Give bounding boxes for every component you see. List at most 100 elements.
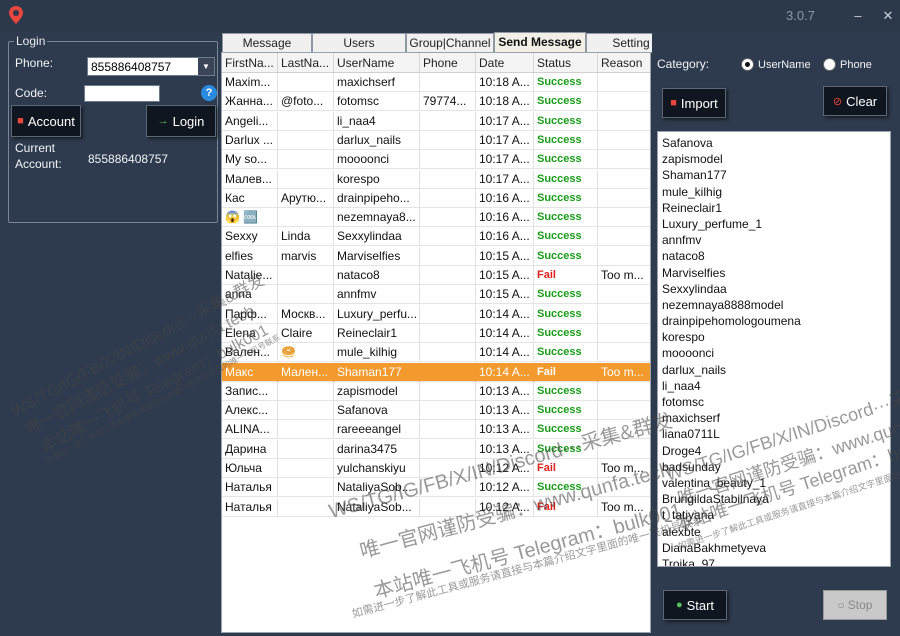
stop-button[interactable]: ○ Stop [823,590,887,620]
list-item[interactable]: nataco8 [658,248,890,264]
list-item[interactable]: maxichserf [658,410,890,426]
table-row[interactable]: My so... moooonci 10:17 A... Success [222,150,650,170]
list-item[interactable]: badsunday [658,459,890,475]
table-row[interactable]: Малев... korespo 10:17 A... Success [222,169,650,189]
list-item[interactable]: Marviselfies [658,265,890,281]
cell-status: Success [534,420,598,440]
login-button[interactable]: → Login [146,105,216,137]
radio-phone-dot[interactable] [823,58,836,71]
cell-lastname [278,401,334,421]
table-row[interactable]: Angeli... li_naa4 10:17 A... Success [222,111,650,131]
cell-lastname [278,73,334,92]
list-item[interactable]: Reineclair1 [658,200,890,216]
list-item[interactable]: Droge4 [658,443,890,459]
start-button[interactable]: ● Start [663,590,727,620]
chevron-down-icon[interactable]: ▼ [198,58,214,75]
cell-status: Fail [534,459,598,478]
cell-phone [420,323,476,343]
radio-phone[interactable]: Phone [823,58,872,71]
code-input[interactable] [84,85,160,102]
radio-username-label: UserName [758,58,811,71]
table-row[interactable]: Вален... 🥯 mule_kilhig 10:14 A... Success [222,343,650,363]
list-item[interactable]: moooonci [658,345,890,361]
table-row[interactable]: Кас Арутю... drainpipeho... 10:16 A... Succe… [222,188,650,208]
minimize-icon[interactable]: – [850,8,866,24]
tab-group-channel[interactable]: Group|Channel [406,33,494,53]
list-item[interactable]: fotomsc [658,394,890,410]
cell-phone [420,169,476,189]
list-item[interactable]: Safanova [658,135,890,151]
cell-lastname: Москв... [278,304,334,324]
column-header-phone[interactable]: Phone [420,53,476,73]
list-item[interactable]: li_naa4 [658,378,890,394]
list-item[interactable]: liana0711L [658,426,890,442]
table-row[interactable]: Запис... zapismodel 10:13 A... Success [222,381,650,401]
table-row[interactable]: Макс Мален... Shaman177 10:14 A... Fail Too m… [222,362,650,382]
cell-date: 10:16 A... [476,227,534,247]
list-item[interactable]: Sexxylindaa [658,281,890,297]
column-header-firstname[interactable]: FirstNa... [222,53,278,73]
list-item[interactable]: valentina_beauty_1 [658,475,890,491]
cell-reason [598,73,650,92]
table-row[interactable]: Natalie... nataco8 10:15 A... Fail Too m... [222,266,650,285]
list-item[interactable]: Shaman177 [658,167,890,183]
table-row[interactable]: Maxim... maxichserf 10:18 A... Success [222,73,650,92]
cell-reason [598,305,650,324]
cell-status: Success [534,169,598,189]
table-row[interactable]: elfies marvis Marviselfies 10:15 A... Succes… [222,246,650,266]
tab-send-message[interactable]: Send Message [494,32,586,53]
table-row[interactable]: Жанна... @foto... fotomsc 79774... 10:18 A..… [222,92,650,112]
table-row[interactable]: Дарина darina3475 10:13 A... Success [222,439,650,459]
list-item[interactable]: darlux_nails [658,362,890,378]
radio-username[interactable]: UserName [741,58,811,71]
list-item[interactable]: BrungildaStabilnaya [658,491,890,507]
send-results-grid[interactable]: FirstNa... LastNa... UserName Phone Date Stat… [221,52,651,633]
table-row[interactable]: Darlux ... darlux_nails 10:17 A... Success [222,130,650,150]
list-item[interactable]: annfmv [658,232,890,248]
table-row[interactable]: 😱 🆒 nezemnaya8... 10:16 A... Success [222,208,650,228]
table-row[interactable]: Наталья NataliyaSob... 10:12 A... Fail Too m… [222,497,650,517]
list-item[interactable]: Luxury_perfume_1 [658,216,890,232]
import-button[interactable]: ■ Import [662,88,726,118]
clear-button[interactable]: ⊘ Clear [823,86,887,116]
radio-username-dot[interactable] [741,58,754,71]
list-item[interactable]: alexbte [658,524,890,540]
cell-username: maxichserf [334,73,420,92]
table-row[interactable]: Парф... Москв... Luxury_perfu... 10:14 A...… [222,304,650,324]
phone-select[interactable]: 855886408757 ▼ [87,57,215,76]
cell-status: Success [534,478,598,498]
table-row[interactable]: Sexxy Linda Sexxylindaa 10:16 A... Success [222,227,650,247]
list-item[interactable]: drainpipehomologoumena [658,313,890,329]
account-button[interactable]: ■ Account [11,105,81,137]
list-item[interactable]: korespo [658,329,890,345]
list-item[interactable]: Troika_97 [658,556,890,566]
cell-phone [420,343,476,363]
table-row[interactable]: ALINA... rareeeangel 10:13 A... Success [222,420,650,440]
list-item[interactable]: DianaBakhmetyeva [658,540,890,556]
title-bar: 3.0.7 – ✕ [0,0,900,32]
import-button-label: Import [680,95,718,111]
table-row[interactable]: Elena Claire Reineclair1 10:14 A... Success [222,323,650,343]
list-item[interactable]: nezemnaya8888model [658,297,890,313]
cell-lastname [278,459,334,478]
cell-firstname: anna [222,285,278,305]
table-row[interactable]: Алекс... Safanova 10:13 A... Success [222,401,650,421]
list-item[interactable]: t_tatiyana [658,507,890,523]
table-row[interactable]: Юльча yulchanskiyu 10:12 A... Fail Too m... [222,459,650,478]
list-item[interactable]: mule_kilhig [658,184,890,200]
list-item[interactable]: zapismodel [658,151,890,167]
column-header-status[interactable]: Status [534,53,598,73]
user-list[interactable]: Safanova zapismodel Shaman177 mule_kilhig Re… [657,131,891,567]
close-icon[interactable]: ✕ [880,8,896,24]
help-icon[interactable]: ? [201,85,217,101]
tab-message[interactable]: Message [222,33,312,53]
column-header-lastname[interactable]: LastNa... [278,53,334,73]
cell-date: 10:14 A... [476,362,534,382]
cell-phone: 79774... [420,92,476,112]
table-row[interactable]: anna annfmv 10:15 A... Success [222,285,650,305]
column-header-username[interactable]: UserName [334,53,420,73]
table-row[interactable]: Наталья NataliyaSob... 10:12 A... Success [222,478,650,498]
column-header-reason[interactable]: Reason [598,53,650,73]
column-header-date[interactable]: Date [476,53,534,73]
tab-users[interactable]: Users [312,33,406,53]
